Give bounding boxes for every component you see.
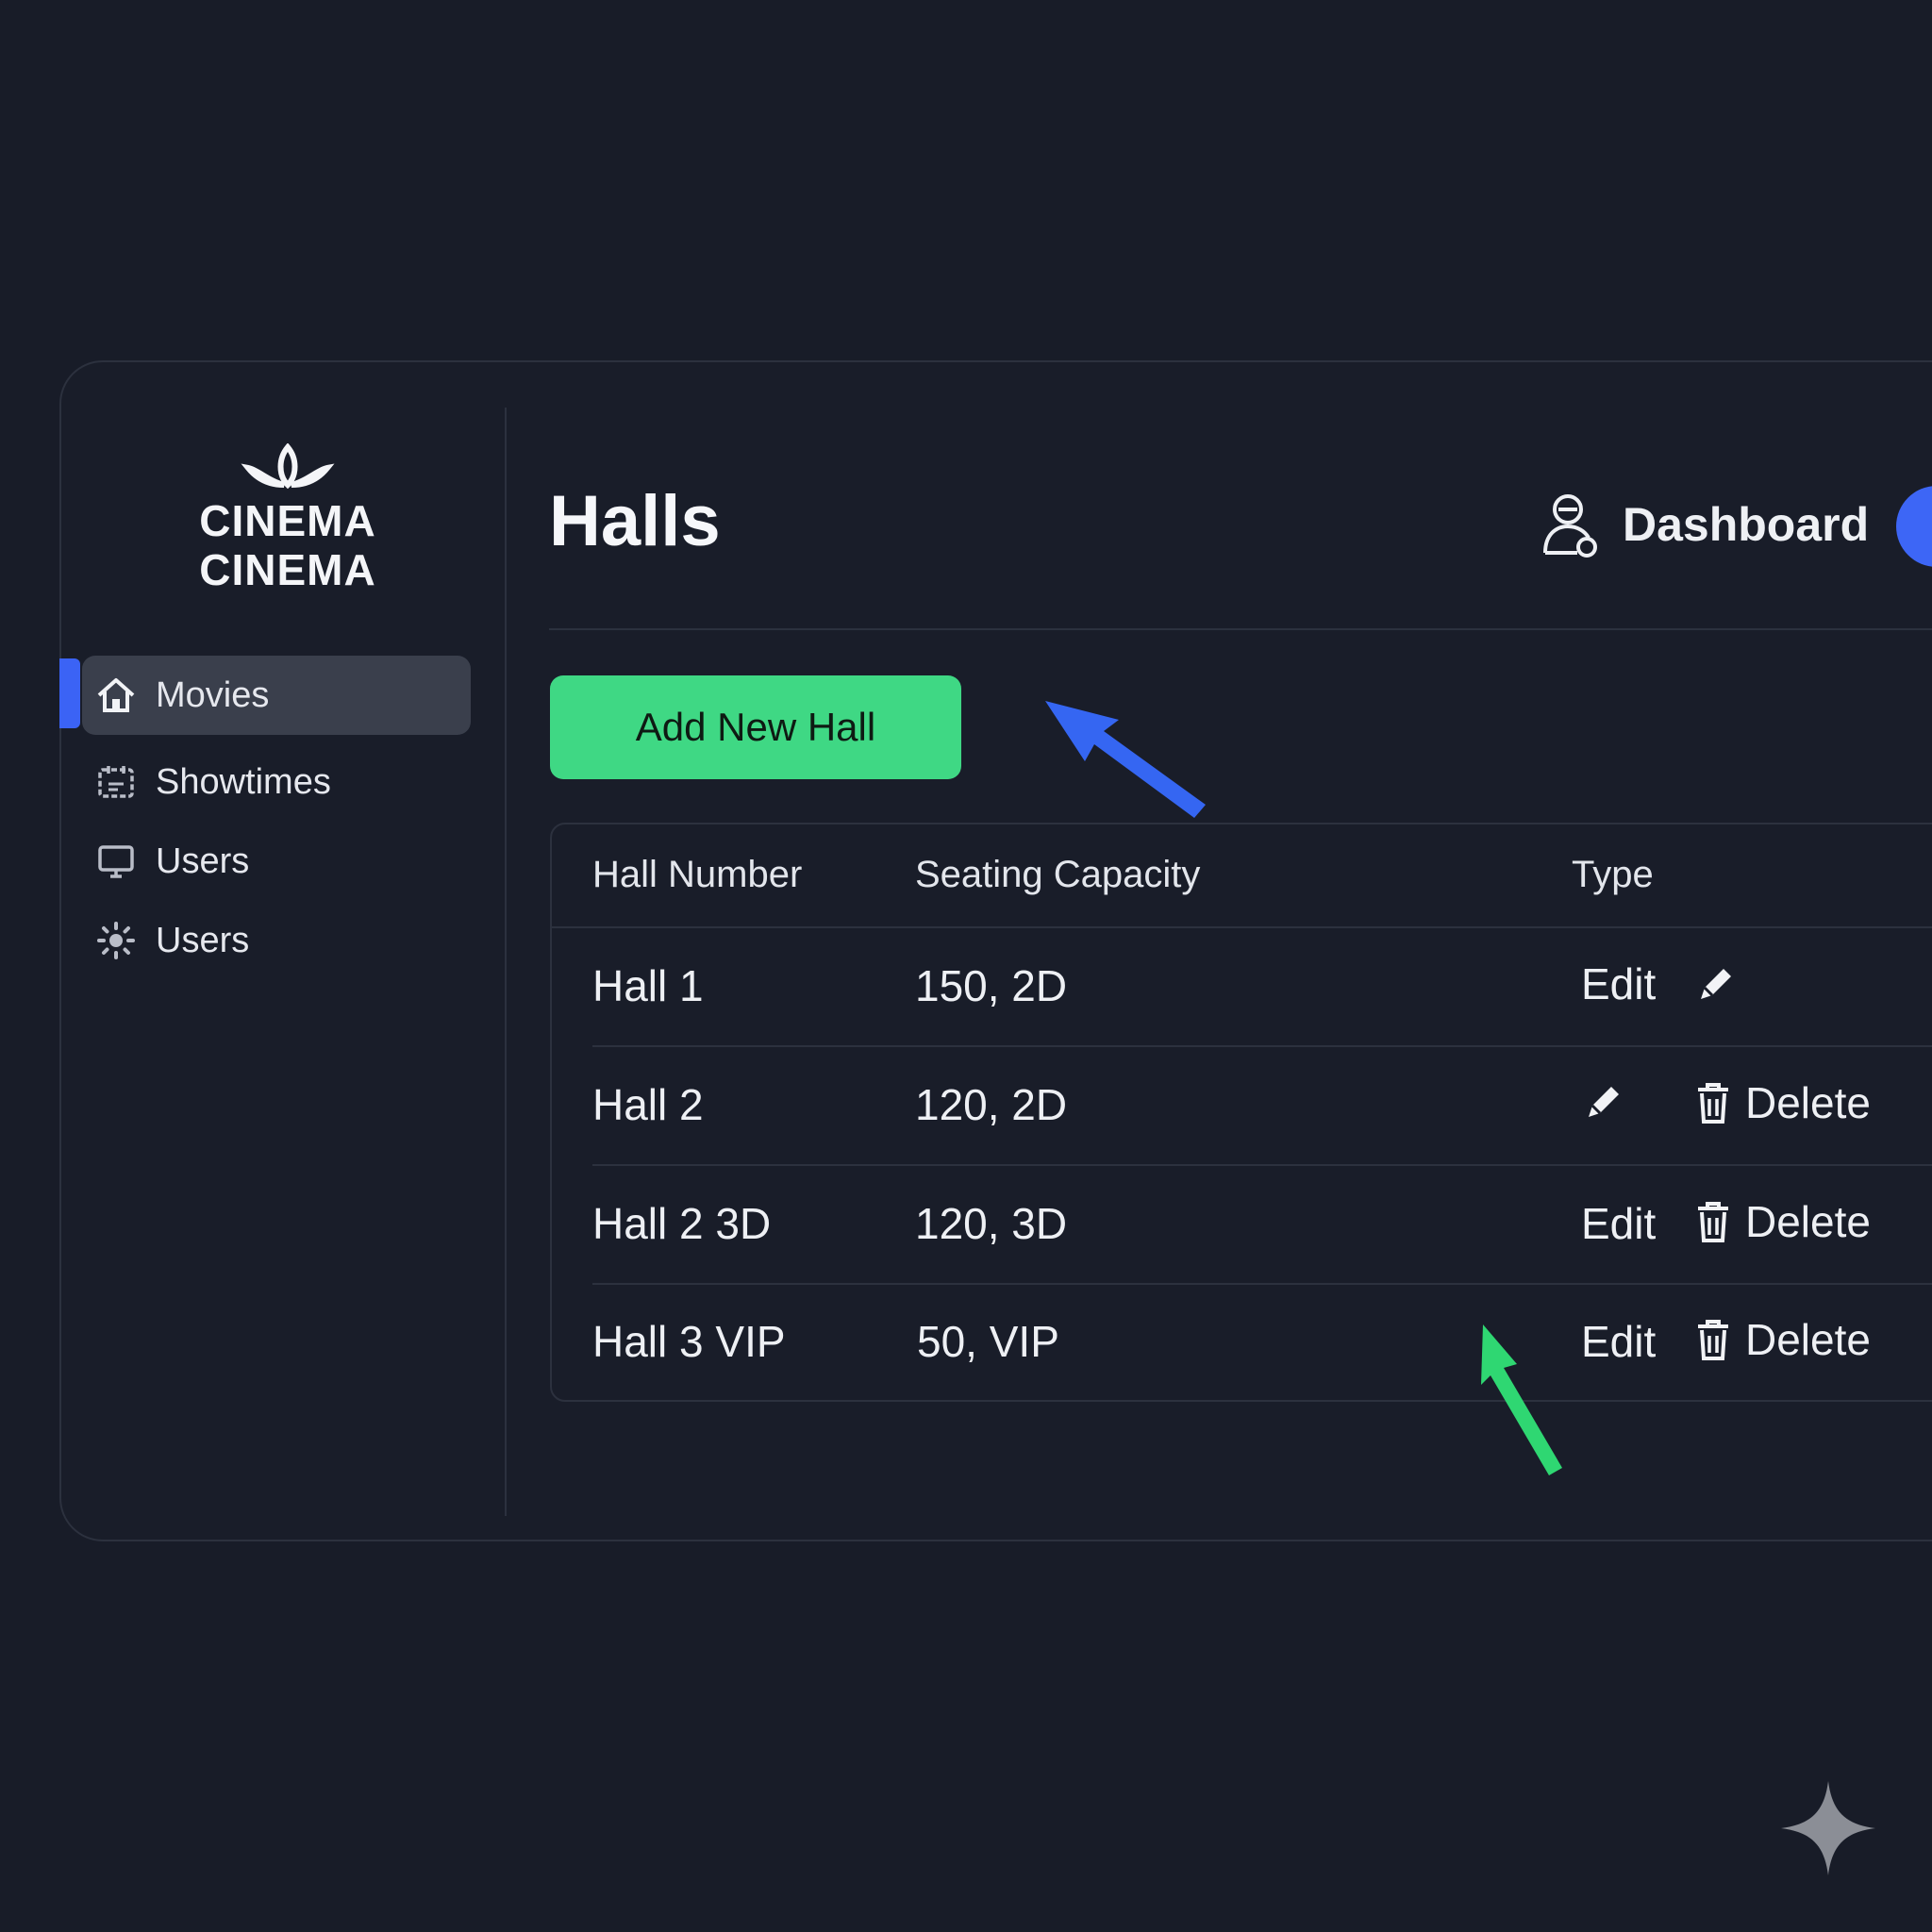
table-cell-hall: Hall 2 3D	[592, 1199, 772, 1248]
table-cell-hall: Hall 2	[592, 1080, 704, 1129]
header-divider	[549, 628, 1932, 630]
edit-button[interactable]: Edit	[1581, 1198, 1656, 1249]
table-cell-capacity: 120, 3D	[915, 1199, 1068, 1248]
delete-label: Delete	[1745, 1078, 1871, 1127]
blue-arrow-annotation	[1045, 701, 1206, 818]
lotus-logo-icon	[241, 443, 335, 489]
sidebar-divider	[505, 408, 507, 1516]
settings-icon	[95, 920, 137, 961]
pencil-icon	[1693, 961, 1739, 1007]
column-header-hall-number: Hall Number	[592, 854, 803, 895]
row-divider	[592, 1283, 1932, 1285]
dashboard-link[interactable]: Dashboard	[1540, 491, 1869, 558]
monitor-icon	[95, 841, 137, 882]
delete-button[interactable]: Delete	[1694, 1196, 1871, 1247]
sparkle-icon	[1781, 1781, 1875, 1875]
user-profile-icon	[1543, 494, 1597, 558]
table-cell-capacity: 50, VIP	[917, 1317, 1059, 1366]
sidebar-item-label: Users	[156, 920, 250, 960]
active-nav-indicator	[59, 658, 80, 728]
sidebar-item-users[interactable]: Users	[82, 822, 471, 901]
pencil-icon	[1581, 1079, 1626, 1124]
brand-line-2: CINEMA	[199, 545, 376, 594]
home-icon	[95, 675, 137, 716]
table-cell-capacity: 120, 2D	[915, 1080, 1068, 1129]
edit-button[interactable]: Edit	[1581, 958, 1739, 1009]
table-header-divider	[550, 926, 1932, 928]
table-cell-capacity: 150, 2D	[915, 961, 1068, 1010]
brand-logo: CINEMA CINEMA	[179, 443, 396, 594]
row-divider	[592, 1164, 1932, 1166]
edit-button[interactable]: Edit	[1581, 1316, 1656, 1367]
column-header-type: Type	[1572, 854, 1654, 895]
add-new-hall-button[interactable]: Add New Hall	[550, 675, 961, 779]
delete-button[interactable]: Delete	[1694, 1314, 1871, 1365]
edit-label: Edit	[1581, 959, 1657, 1008]
sidebar-item-movies[interactable]: Movies	[82, 656, 471, 735]
trash-icon	[1694, 1199, 1732, 1244]
delete-button[interactable]: Delete	[1694, 1077, 1871, 1128]
edit-button[interactable]	[1581, 1079, 1640, 1124]
column-header-seating-capacity: Seating Capacity	[915, 854, 1201, 895]
sidebar-item-users-settings[interactable]: Users	[82, 901, 471, 980]
green-arrow-annotation	[1481, 1324, 1562, 1475]
sidebar-item-label: Movies	[156, 675, 270, 715]
sidebar-item-label: Users	[156, 841, 250, 881]
delete-label: Delete	[1745, 1315, 1871, 1364]
row-divider	[592, 1045, 1932, 1047]
edit-label: Edit	[1581, 1199, 1657, 1248]
page-title: Halls	[549, 481, 721, 561]
table-cell-hall: Hall 3 VIP	[592, 1317, 786, 1366]
edit-label: Edit	[1581, 1317, 1657, 1366]
trash-icon	[1694, 1080, 1732, 1125]
trash-icon	[1694, 1317, 1732, 1362]
dashboard-label: Dashboard	[1623, 498, 1870, 551]
sidebar-item-label: Showtimes	[156, 761, 331, 802]
delete-label: Delete	[1745, 1197, 1871, 1246]
brand-line-1: CINEMA	[199, 496, 376, 545]
sidebar-item-showtimes[interactable]: Showtimes	[82, 742, 471, 822]
table-cell-hall: Hall 1	[592, 961, 704, 1010]
calendar-icon	[95, 761, 137, 803]
